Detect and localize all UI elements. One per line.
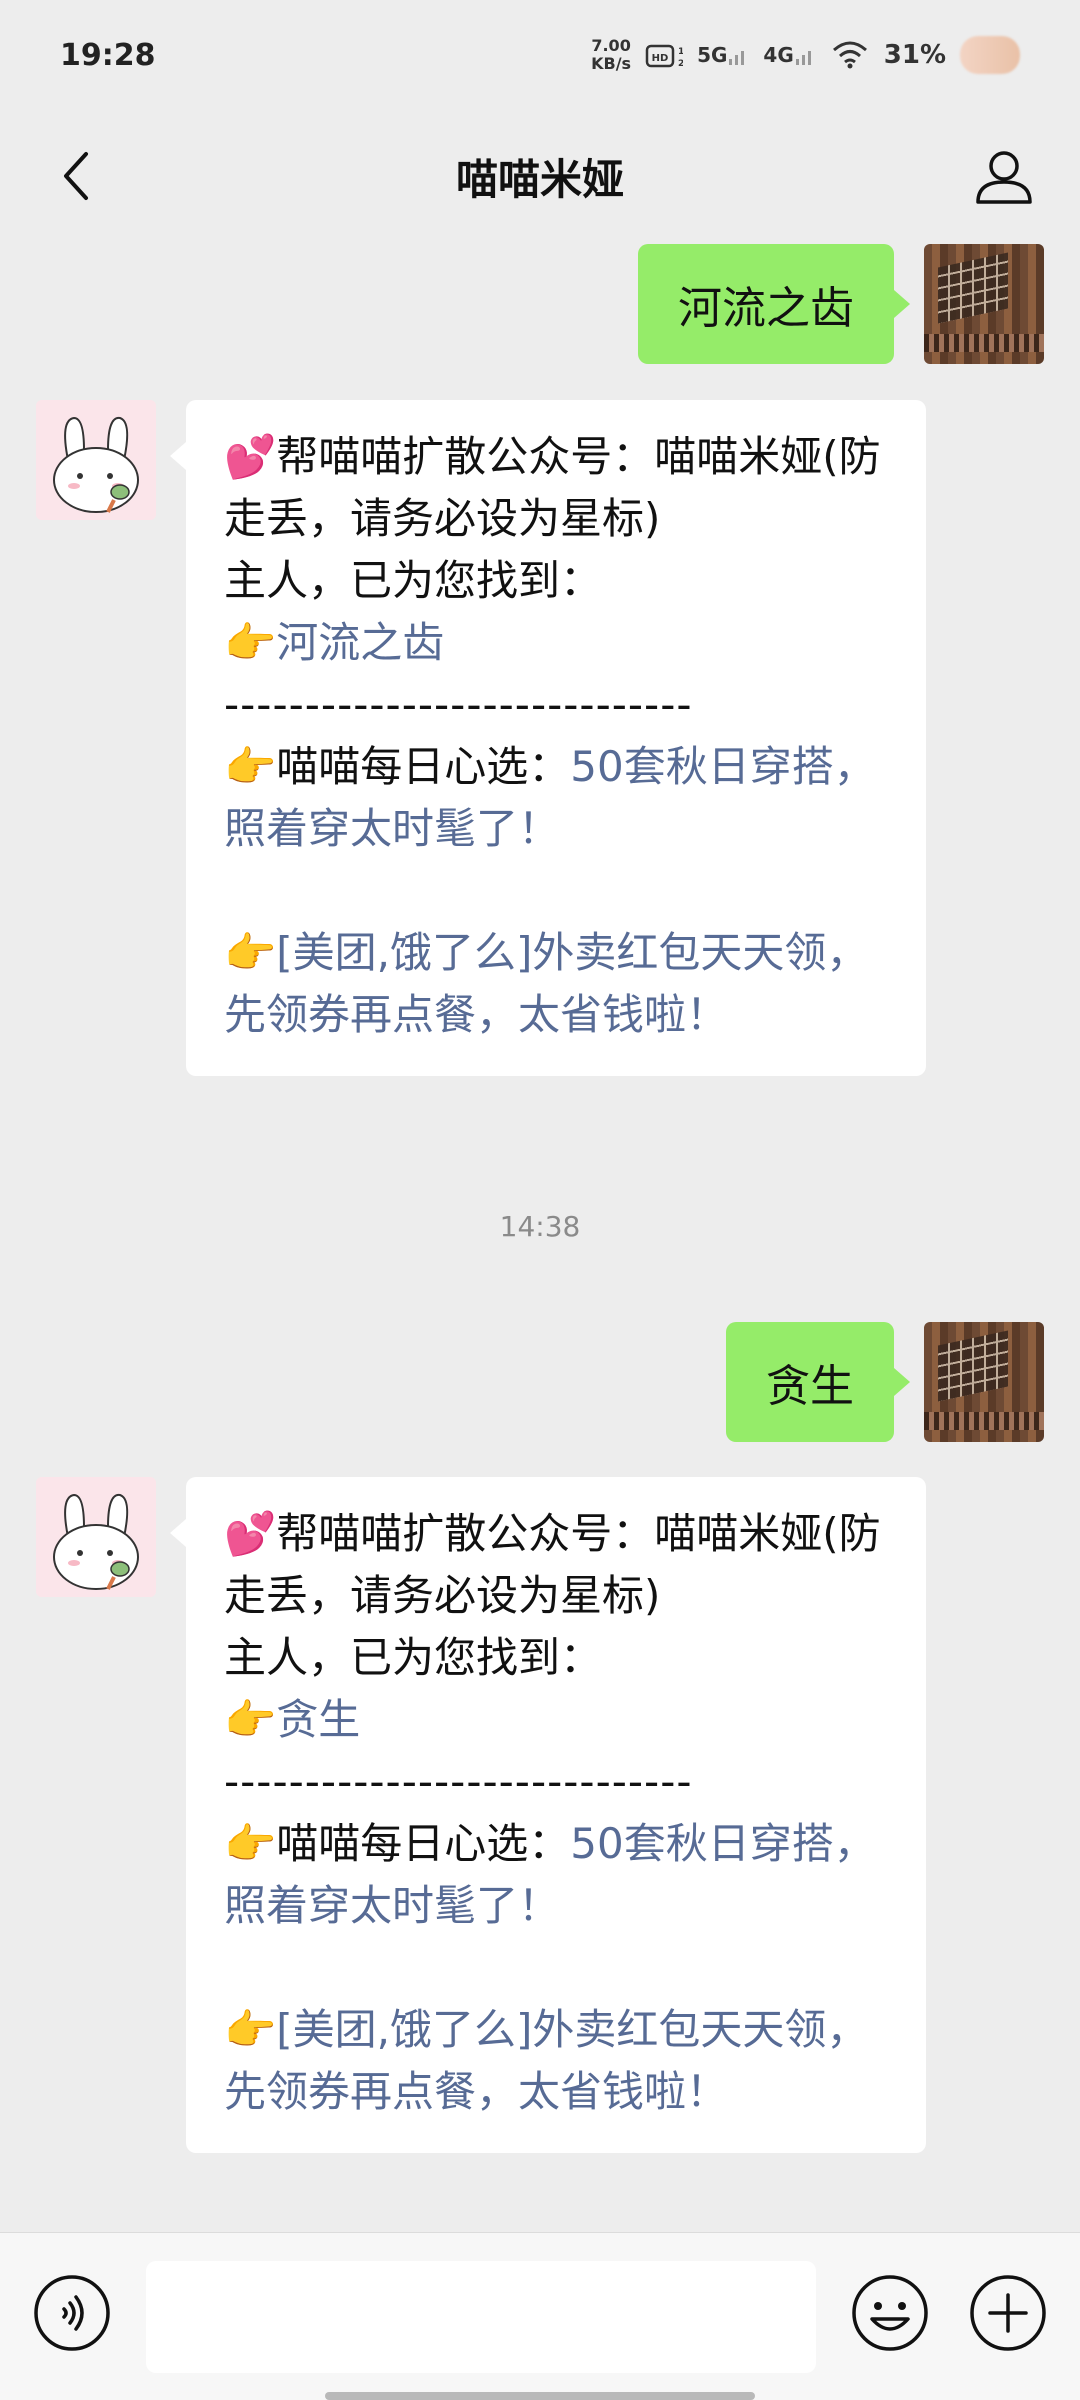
promo2-prefix: 👉 [224, 2005, 277, 2054]
chat-screen: 19:28 7.00 KB/s HD 1 2 5G 4G 31% 喵喵米娅 河流… [0, 0, 1080, 2400]
bunny-avatar-icon [36, 1477, 156, 1597]
network-speed-unit: KB/s [591, 54, 632, 73]
chat-title: 喵喵米娅 [455, 154, 624, 204]
promo2-prefix: 👉 [224, 928, 277, 977]
voice-icon [34, 2275, 110, 2351]
promo2-link[interactable]: [美团,饿了么]外卖红包天天领，先领券再点餐，太省钱啦！ [224, 2005, 868, 2116]
received-bubble[interactable]: 💕帮喵喵扩散公众号：喵喵米娅(防走丢，请务必设为星标) 主人，已为您找到： 👉河… [170, 400, 926, 1076]
promo1-prefix: 👉喵喵每日心选： [224, 742, 571, 791]
bot-avatar[interactable] [36, 400, 156, 520]
result-prefix: 👉 [224, 1695, 277, 1744]
user-avatar[interactable] [924, 244, 1044, 364]
sent-text: 贪生 [766, 1361, 854, 1412]
sent-text: 河流之齿 [678, 283, 854, 334]
sent-bubble[interactable]: 河流之齿 [638, 244, 910, 364]
found-line: 主人，已为您找到： [224, 556, 603, 605]
emoji-icon [852, 2275, 928, 2351]
person-icon [976, 151, 1032, 204]
emoji-button[interactable] [850, 2273, 930, 2353]
signal-5g-icon: 5G [697, 43, 749, 67]
message-row-sent: 河流之齿 [638, 244, 1044, 364]
signal-5g-label: 5G [697, 43, 728, 67]
more-button[interactable] [968, 2273, 1048, 2353]
back-button[interactable] [36, 136, 116, 216]
message-list[interactable]: 河流之齿 💕帮喵喵扩散公众号：喵喵米娅(防走丢，请务必设为星标) 主人，已为您找… [0, 242, 1080, 2232]
back-arrow-icon [64, 152, 88, 200]
received-bubble[interactable]: 💕帮喵喵扩散公众号：喵喵米娅(防走丢，请务必设为星标) 主人，已为您找到： 👉贪… [170, 1477, 926, 2153]
sent-bubble[interactable]: 贪生 [726, 1322, 910, 1442]
result-line: 👉河流之齿 [224, 612, 888, 674]
promo2-line: 👉[美团,饿了么]外卖红包天天领，先领券再点餐，太省钱啦！ [224, 922, 888, 1046]
network-speed-value: 7.00 [591, 36, 631, 55]
voice-button[interactable] [32, 2273, 112, 2353]
bot-avatar[interactable] [36, 1477, 156, 1597]
network-speed: 7.00 KB/s [591, 37, 631, 73]
result-line: 👉贪生 [224, 1689, 888, 1751]
status-icons: 7.00 KB/s HD 1 2 5G 4G 31% [591, 36, 1020, 74]
chat-info-button[interactable] [964, 136, 1044, 216]
hd-label: HD [652, 53, 669, 64]
nav-bar: 喵喵米娅 [0, 110, 1080, 242]
svg-text:1: 1 [678, 47, 683, 57]
promo1-line: 👉喵喵每日心选：50套秋日穿搭，照着穿太时髦了！ [224, 1813, 888, 1937]
promo-line: 💕帮喵喵扩散公众号：喵喵米娅(防走丢，请务必设为星标) [224, 432, 881, 543]
hd-icon: HD 1 2 [645, 40, 683, 70]
result-link[interactable]: 贪生 [276, 1695, 360, 1744]
signal-4g-icon: 4G [763, 43, 815, 67]
message-input[interactable] [146, 2261, 816, 2373]
wifi-icon [830, 40, 870, 70]
status-time: 19:28 [60, 37, 156, 73]
home-indicator[interactable] [325, 2392, 755, 2400]
signal-4g-label: 4G [763, 43, 794, 67]
promo2-link[interactable]: [美团,饿了么]外卖红包天天领，先领券再点餐，太省钱啦！ [224, 928, 868, 1039]
message-row-sent: 贪生 [726, 1322, 1044, 1442]
promo2-line: 👉[美团,饿了么]外卖红包天天领，先领券再点餐，太省钱啦！ [224, 1999, 888, 2123]
user-avatar[interactable] [924, 1322, 1044, 1442]
bunny-avatar-icon [36, 400, 156, 520]
input-bar [0, 2232, 1080, 2400]
result-prefix: 👉 [224, 618, 277, 667]
message-row-received: 💕帮喵喵扩散公众号：喵喵米娅(防走丢，请务必设为星标) 主人，已为您找到： 👉河… [36, 400, 926, 1076]
found-line: 主人，已为您找到： [224, 1633, 603, 1682]
battery-level: 31% [883, 40, 946, 70]
battery-icon [960, 36, 1020, 74]
promo1-prefix: 👉喵喵每日心选： [224, 1819, 571, 1868]
divider-text: ----------------------------- [224, 680, 693, 729]
promo1-line: 👉喵喵每日心选：50套秋日穿搭，照着穿太时髦了！ [224, 736, 888, 860]
status-bar: 19:28 7.00 KB/s HD 1 2 5G 4G 31% [0, 0, 1080, 110]
promo-line: 💕帮喵喵扩散公众号：喵喵米娅(防走丢，请务必设为星标) [224, 1509, 881, 1620]
plus-icon [970, 2275, 1046, 2351]
svg-text:2: 2 [678, 59, 683, 69]
time-separator: 14:38 [499, 1210, 581, 1243]
divider-text: ----------------------------- [224, 1757, 693, 1806]
message-row-received: 💕帮喵喵扩散公众号：喵喵米娅(防走丢，请务必设为星标) 主人，已为您找到： 👉贪… [36, 1477, 926, 2153]
result-link[interactable]: 河流之齿 [276, 618, 444, 667]
